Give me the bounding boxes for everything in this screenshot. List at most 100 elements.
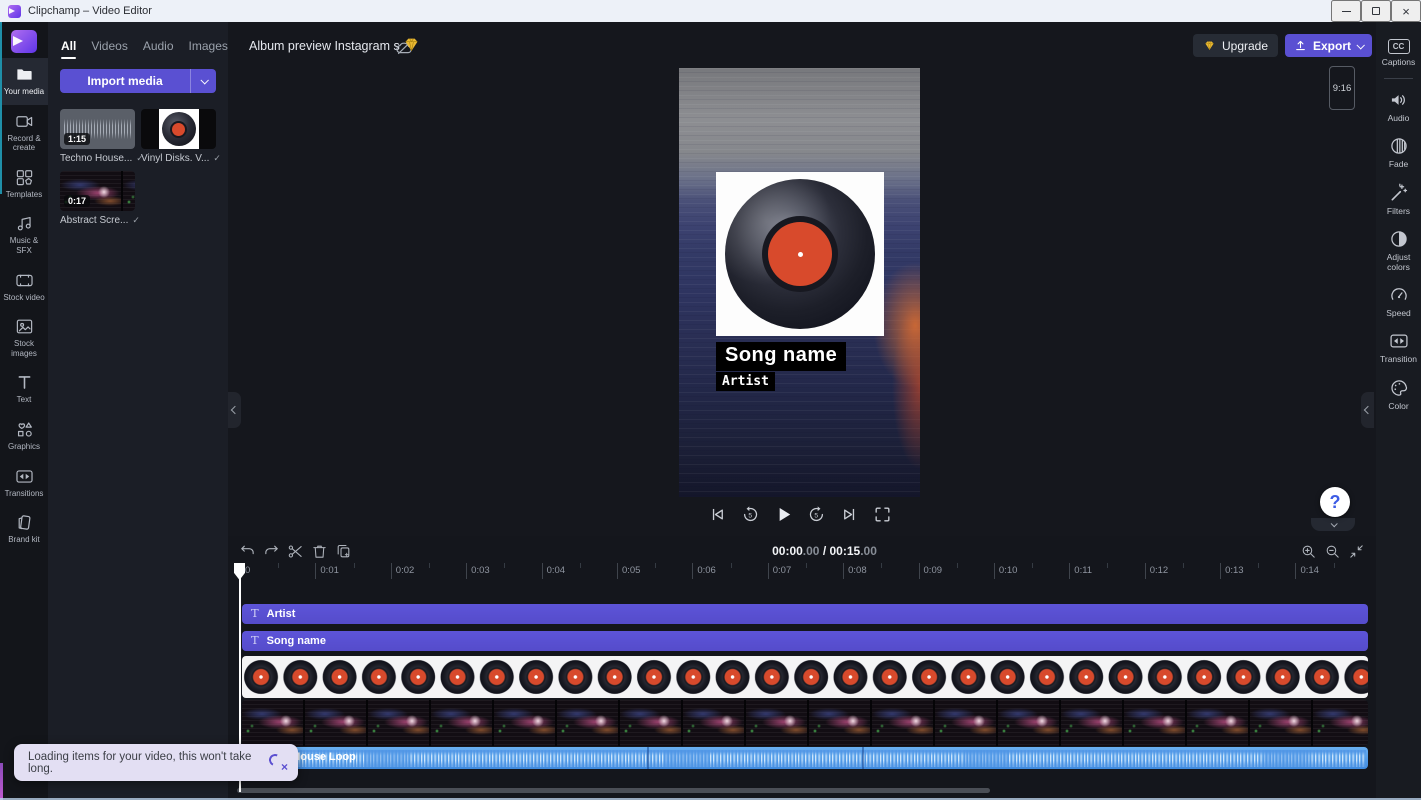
window-titlebar: Clipchamp – Video Editor × <box>0 0 1421 22</box>
skip-to-start-button[interactable] <box>705 501 729 527</box>
window-close-button[interactable]: × <box>1391 0 1421 22</box>
tool-item-captions[interactable]: CCCaptions <box>1376 33 1421 74</box>
tool-item-label: Filters <box>1387 206 1410 216</box>
minor-tick <box>504 563 505 568</box>
ruler-label: 0:14 <box>1300 565 1319 576</box>
redo-icon <box>263 543 280 560</box>
forward-5s-button[interactable]: 5 <box>804 501 828 527</box>
timeline-track-song-name-text[interactable]: T Song name <box>242 631 1368 651</box>
tab-all[interactable]: All <box>61 39 76 59</box>
ruler-tick[interactable]: 0 <box>240 563 315 579</box>
undo-button[interactable] <box>235 539 259 563</box>
ruler-tick[interactable]: 0:11 <box>1069 563 1144 579</box>
ruler-tick[interactable]: 0:07 <box>768 563 843 579</box>
preview-artist-text[interactable]: Artist <box>716 372 775 391</box>
tab-images[interactable]: Images <box>189 39 228 59</box>
project-title[interactable]: Album preview Instagram s <box>249 39 400 53</box>
ruler-tick[interactable]: 0:01 <box>315 563 390 579</box>
tool-item-label: Color <box>1388 401 1408 411</box>
play-icon <box>772 503 795 526</box>
expand-properties-panel-button[interactable] <box>1361 392 1374 428</box>
export-button[interactable]: Export <box>1285 34 1372 57</box>
tool-item-fade[interactable]: Fade <box>1376 130 1421 176</box>
import-media-button[interactable]: Import media <box>60 69 190 93</box>
delete-button[interactable] <box>307 539 331 563</box>
media-item-label: Vinyl Disks. V... <box>141 153 209 164</box>
tool-item-adjust-colors[interactable]: Adjust colors <box>1376 223 1421 279</box>
sidebar-item-music-sfx[interactable]: Music & SFX <box>0 207 48 263</box>
ruler-tick[interactable]: 0:12 <box>1145 563 1220 579</box>
tool-item-color[interactable]: Color <box>1376 372 1421 418</box>
collapse-media-panel-button[interactable] <box>228 392 241 428</box>
tool-item-speed[interactable]: Speed <box>1376 279 1421 325</box>
media-item-name: Techno House...✓ <box>60 153 135 164</box>
split-button[interactable] <box>283 539 307 563</box>
help-button[interactable]: ? <box>1320 487 1350 517</box>
sidebar-item-graphics[interactable]: Graphics <box>0 413 48 460</box>
ruler-tick[interactable]: 0:06 <box>692 563 767 579</box>
ruler-tick[interactable]: 0:08 <box>843 563 918 579</box>
preview-song-name-text[interactable]: Song name <box>716 342 846 371</box>
media-item-abstract-scre[interactable]: 0:17Abstract Scre...✓ <box>60 171 135 226</box>
ruler-tick[interactable]: 0:03 <box>466 563 541 579</box>
sidebar-item-stock-images[interactable]: Stock images <box>0 310 48 366</box>
premium-gem-icon <box>402 35 421 54</box>
ruler-tick[interactable]: 0:04 <box>542 563 617 579</box>
toast-spinner-close-button[interactable]: × <box>269 754 288 772</box>
sidebar-item-text[interactable]: Text <box>0 366 48 413</box>
sidebar-item-templates[interactable]: Templates <box>0 161 48 208</box>
timeline-track-vinyl-video[interactable] <box>242 656 1368 698</box>
sidebar-item-brand-kit[interactable]: Brand kit <box>0 506 48 553</box>
video-preview-canvas: Song name Artist <box>679 68 920 497</box>
vinyl-record-graphic <box>725 179 875 329</box>
play-button[interactable] <box>771 501 795 527</box>
minor-tick <box>731 563 732 568</box>
media-thumbnail-abstract: 0:17 <box>60 171 135 211</box>
ruler-tick[interactable]: 0:02 <box>391 563 466 579</box>
help-collapse-tab[interactable] <box>1311 518 1355 531</box>
import-media-dropdown-button[interactable] <box>190 69 216 93</box>
timeline-track-abstract-video[interactable] <box>242 700 1368 746</box>
upgrade-button[interactable]: Upgrade <box>1193 34 1278 57</box>
camera-icon <box>15 112 34 131</box>
sidebar-item-label: Your media <box>4 87 44 97</box>
sidebar-item-record-create[interactable]: Record & create <box>0 105 48 161</box>
timeline-horizontal-scrollbar[interactable] <box>237 788 990 793</box>
minor-tick <box>655 563 656 568</box>
elapsed-frames: .00 <box>803 544 820 558</box>
timeline-track-audio[interactable]: Techno House Loop <box>242 747 1368 769</box>
cloud-sync-off-icon[interactable] <box>395 36 421 56</box>
transition-icon <box>1389 331 1409 351</box>
ruler-tick[interactable]: 0:09 <box>919 563 994 579</box>
sidebar-item-stock-video[interactable]: Stock video <box>0 264 48 311</box>
timeline-track-artist-text[interactable]: T Artist <box>242 604 1368 624</box>
window-title: Clipchamp – Video Editor <box>28 5 152 17</box>
tool-item-audio[interactable]: Audio <box>1376 84 1421 130</box>
ruler-tick[interactable]: 0:10 <box>994 563 1069 579</box>
close-icon: × <box>281 761 288 773</box>
zoom-in-button[interactable] <box>1296 539 1320 563</box>
tab-audio[interactable]: Audio <box>143 39 174 59</box>
media-item-vinyl-disks-v[interactable]: Vinyl Disks. V...✓ <box>141 109 216 164</box>
window-minimize-button[interactable] <box>1331 0 1361 22</box>
ruler-label: 0 <box>245 565 250 576</box>
ruler-tick[interactable]: 0:13 <box>1220 563 1295 579</box>
duplicate-button[interactable] <box>331 539 355 563</box>
tool-item-transition[interactable]: Transition <box>1376 325 1421 371</box>
tool-item-filters[interactable]: Filters <box>1376 177 1421 223</box>
sidebar-item-your-media[interactable]: Your media <box>0 58 48 105</box>
redo-button[interactable] <box>259 539 283 563</box>
window-maximize-button[interactable] <box>1361 0 1391 22</box>
ruler-tick[interactable]: 0:14 <box>1295 563 1370 579</box>
rewind-5s-button[interactable]: 5 <box>738 501 762 527</box>
fullscreen-button[interactable] <box>870 501 894 527</box>
timeline-ruler[interactable]: 00:010:020:030:040:050:060:070:080:090:1… <box>240 563 1371 582</box>
zoom-to-fit-button[interactable] <box>1344 539 1368 563</box>
sidebar-item-transitions[interactable]: Transitions <box>0 460 48 507</box>
tab-videos[interactable]: Videos <box>91 39 127 59</box>
zoom-out-button[interactable] <box>1320 539 1344 563</box>
skip-to-end-button[interactable] <box>837 501 861 527</box>
text-icon <box>15 373 34 392</box>
media-item-techno-house[interactable]: 1:15Techno House...✓ <box>60 109 135 164</box>
ruler-tick[interactable]: 0:05 <box>617 563 692 579</box>
